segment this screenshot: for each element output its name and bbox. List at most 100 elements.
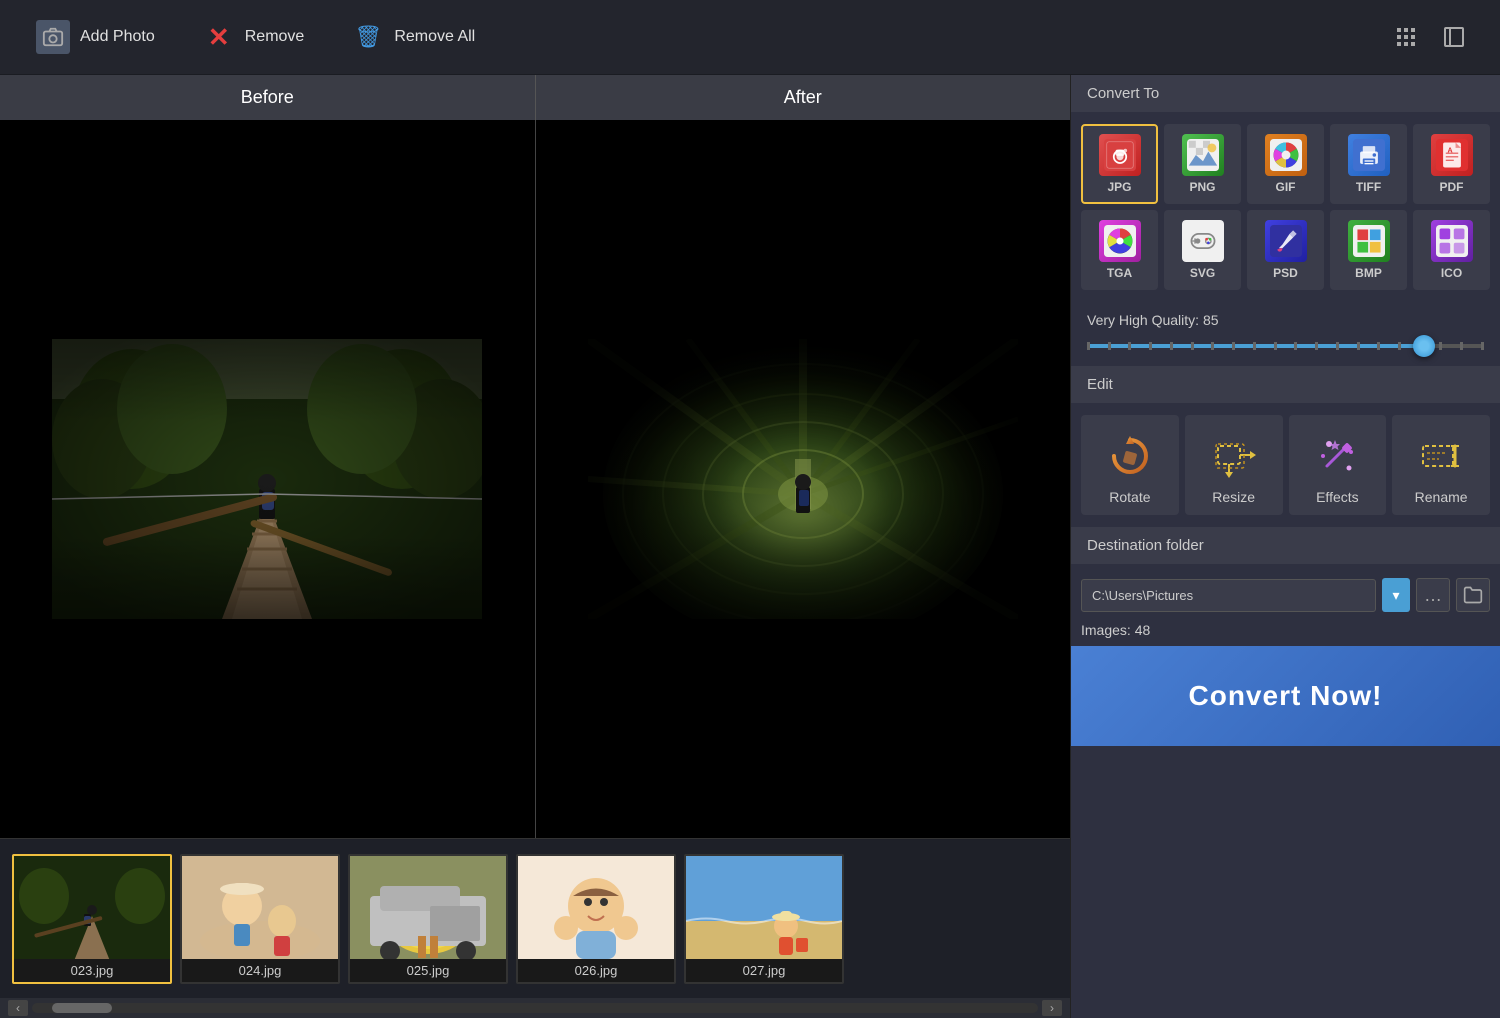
scroll-strip: ‹ › [0,998,1070,1018]
rotate-button[interactable]: Rotate [1081,415,1179,515]
slider-fill [1087,344,1424,348]
pdf-icon: A [1431,134,1473,176]
psd-label: PSD [1273,266,1298,280]
thumb-label-025: 025.jpg [350,959,506,982]
quality-label: Very High Quality: 85 [1087,312,1484,328]
thumb-img-027 [686,856,842,959]
convert-to-header: Convert To [1071,75,1500,112]
thumb-img-026 [518,856,674,959]
scroll-thumb[interactable] [52,1003,112,1013]
after-header: After [536,75,1071,120]
slider-bg [1087,344,1484,348]
thumbnail-027[interactable]: 027.jpg [684,854,844,984]
after-image [588,339,1018,619]
gif-label: GIF [1276,180,1296,194]
format-png-button[interactable]: PNG [1164,124,1241,204]
dest-input-row: ▾ … [1071,568,1500,622]
rename-label: Rename [1415,489,1468,505]
add-photo-label: Add Photo [80,28,155,46]
main-area: Before After [0,75,1500,1018]
view-toggle [1384,15,1476,59]
svg-icon [1182,220,1224,262]
preview-after [536,120,1071,838]
tiff-icon [1348,134,1390,176]
edit-header: Edit [1071,366,1500,403]
thumb-label-026: 026.jpg [518,959,674,982]
thumbnail-026[interactable]: 026.jpg [516,854,676,984]
ico-label: ICO [1441,266,1462,280]
scroll-track[interactable] [32,1003,1038,1013]
remove-label: Remove [245,28,305,46]
add-photo-icon [36,20,70,54]
tga-label: TGA [1107,266,1132,280]
effects-icon [1312,431,1362,481]
destination-path-input[interactable] [1081,579,1376,612]
format-pdf-button[interactable]: A PDF [1413,124,1490,204]
psd-icon [1265,220,1307,262]
single-view-button[interactable] [1432,15,1476,59]
jpg-label: JPG [1107,180,1131,194]
jpg-icon [1099,134,1141,176]
gif-icon [1265,134,1307,176]
thumb-label-024: 024.jpg [182,959,338,982]
resize-label: Resize [1212,489,1255,505]
thumb-label-023: 023.jpg [14,959,170,982]
rename-button[interactable]: Rename [1392,415,1490,515]
convert-now-button[interactable]: Convert Now! [1071,646,1500,746]
quality-slider-wrap [1087,336,1484,356]
preview-headers: Before After [0,75,1070,120]
format-ico-button[interactable]: ICO [1413,210,1490,290]
thumbnail-023[interactable]: 023.jpg [12,854,172,984]
resize-icon [1209,431,1259,481]
format-psd-button[interactable]: PSD [1247,210,1324,290]
remove-all-icon: 🗑 [352,21,384,53]
remove-icon: ✕ [203,21,235,53]
scroll-left-arrow[interactable]: ‹ [8,1000,28,1016]
bmp-icon [1348,220,1390,262]
add-photo-button[interactable]: Add Photo [16,10,175,64]
png-label: PNG [1189,180,1215,194]
format-bmp-button[interactable]: BMP [1330,210,1407,290]
rotate-label: Rotate [1109,489,1150,505]
quality-section: Very High Quality: 85 [1071,302,1500,366]
format-tiff-button[interactable]: TIFF [1330,124,1407,204]
preview-before [0,120,536,838]
effects-button[interactable]: Effects [1289,415,1387,515]
thumbnail-025[interactable]: 025.jpg [348,854,508,984]
grid-view-button[interactable] [1384,15,1428,59]
destination-section: ▾ … Images: 48 [1071,568,1500,646]
format-tga-button[interactable]: TGA [1081,210,1158,290]
preview-area [0,120,1070,838]
resize-button[interactable]: Resize [1185,415,1283,515]
edit-grid: Rotate Resize [1071,403,1500,527]
destination-folder-button[interactable] [1456,578,1490,612]
svg-text:A: A [1447,146,1452,154]
scroll-right-arrow[interactable]: › [1042,1000,1062,1016]
before-image [52,339,482,619]
destination-dropdown-button[interactable]: ▾ [1382,578,1410,612]
images-count: Images: 48 [1071,622,1500,646]
format-grid: JPG [1071,112,1500,302]
toolbar: Add Photo ✕ Remove 🗑 Remove All [0,0,1500,75]
thumb-img-024 [182,856,338,959]
format-jpg-button[interactable]: JPG [1081,124,1158,204]
remove-all-button[interactable]: 🗑 Remove All [332,11,495,63]
thumb-img-023 [14,856,170,959]
thumbnail-strip: 023.jpg [0,838,1070,998]
rotate-icon [1105,431,1155,481]
ico-icon [1431,220,1473,262]
png-icon [1182,134,1224,176]
destination-header: Destination folder [1071,527,1500,564]
format-svg-button[interactable]: SVG [1164,210,1241,290]
tga-icon [1099,220,1141,262]
pdf-label: PDF [1440,180,1464,194]
destination-browse-button[interactable]: … [1416,578,1450,612]
svg-label: SVG [1190,266,1215,280]
quality-slider-thumb[interactable] [1413,335,1435,357]
format-gif-button[interactable]: GIF [1247,124,1324,204]
remove-button[interactable]: ✕ Remove [183,11,325,63]
before-header: Before [0,75,536,120]
right-panel: Convert To JPG [1070,75,1500,1018]
rename-icon [1416,431,1466,481]
thumbnail-024[interactable]: 024.jpg [180,854,340,984]
